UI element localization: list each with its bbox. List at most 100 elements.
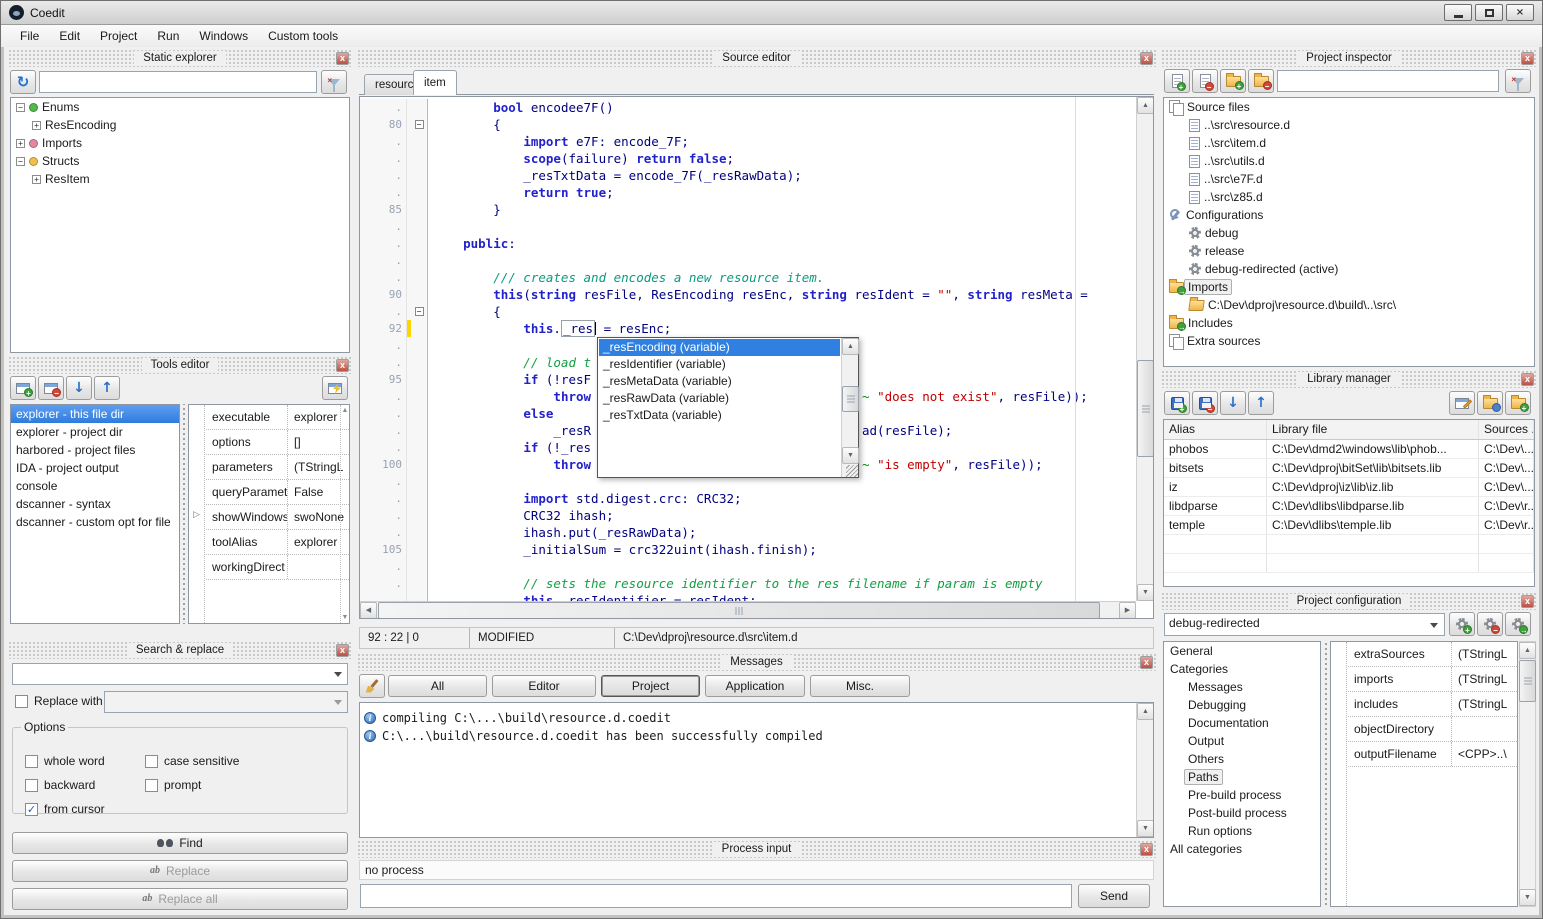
prompt-checkbox[interactable] [145, 779, 158, 792]
add-library-folder-button[interactable]: + [1505, 391, 1531, 415]
static-explorer-close-button[interactable]: x [336, 52, 349, 65]
config-splitter[interactable] [1323, 641, 1329, 907]
case-sensitive-checkbox[interactable] [145, 755, 158, 768]
add-tool-button[interactable]: + [10, 376, 36, 400]
editor-vscroll-thumb[interactable] [1137, 360, 1154, 457]
property-value[interactable]: (TStringL [1452, 697, 1517, 711]
config-category-item[interactable]: Messages [1164, 678, 1320, 696]
config-category-item[interactable]: Output [1164, 732, 1320, 750]
messages-close-button[interactable]: x [1140, 656, 1153, 669]
config-category-item[interactable]: Others [1164, 750, 1320, 768]
tree-expander-icon[interactable]: − [16, 157, 25, 166]
fold-collapse-icon[interactable]: − [415, 120, 424, 129]
filter-button-project[interactable]: Project [601, 675, 700, 697]
table-row[interactable]: phobosC:\Dev\dmd2\windows\lib\phob...C:\… [1164, 440, 1534, 459]
tools-list-item[interactable]: IDA - project output [11, 459, 179, 477]
property-row[interactable]: toolAliasexplorer [206, 530, 349, 555]
inspector-tree-item[interactable]: ..\src\resource.d [1164, 116, 1534, 134]
process-input-close-button[interactable]: x [1140, 843, 1153, 856]
inspector-filter-input[interactable] [1277, 70, 1499, 92]
add-folder-button[interactable]: + [1220, 69, 1246, 93]
config-category-item[interactable]: General [1164, 642, 1320, 660]
table-row[interactable]: libdparseC:\Dev\dlibs\libdparse.libC:\De… [1164, 497, 1534, 516]
menu-item-edit[interactable]: Edit [50, 27, 89, 45]
search-replace-header[interactable]: Search & replace x [8, 642, 352, 659]
property-row[interactable]: imports(TStringL [1348, 667, 1517, 692]
messages-header[interactable]: Messages x [357, 654, 1156, 671]
search-term-combo[interactable] [12, 663, 348, 685]
filter-button-all[interactable]: All [388, 675, 487, 697]
config-category-item[interactable]: Run options [1164, 822, 1320, 840]
tree-node[interactable]: −Structs [11, 152, 349, 170]
menu-item-windows[interactable]: Windows [190, 27, 257, 45]
scroll-down-icon[interactable]: ▼ [1137, 584, 1154, 601]
run-tool-button[interactable] [322, 376, 348, 400]
project-configuration-header[interactable]: Project configuration x [1161, 593, 1537, 610]
backward-checkbox[interactable] [25, 779, 38, 792]
inspector-tree-item[interactable]: release [1164, 242, 1534, 260]
minimize-button[interactable] [1444, 4, 1472, 21]
clear-messages-button[interactable] [359, 674, 385, 698]
symbol-filter-button[interactable]: × [321, 70, 347, 94]
property-expander[interactable]: ▷ [189, 405, 205, 623]
clone-config-button[interactable]: → [1505, 612, 1531, 636]
completion-scroll-thumb[interactable] [842, 386, 859, 412]
tools-editor-header[interactable]: Tools editor x [8, 357, 352, 374]
property-row[interactable]: parameters(TStringL [206, 455, 349, 480]
scroll-up-icon[interactable]: ▲ [1519, 642, 1536, 659]
inspector-tree-item[interactable]: Extra sources [1164, 332, 1534, 350]
replace-with-checkbox[interactable] [15, 695, 28, 708]
scroll-up-icon[interactable]: ▲ [1137, 703, 1154, 720]
library-table[interactable]: AliasLibrary fileSources ...phobosC:\Dev… [1163, 419, 1535, 587]
edit-library-button[interactable] [1449, 391, 1475, 415]
completion-item[interactable]: _resEncoding (variable) [599, 339, 840, 356]
library-manager-header[interactable]: Library manager x [1161, 371, 1537, 388]
tree-node[interactable]: +ResEncoding [11, 116, 349, 134]
tool-properties-grid[interactable]: ▷ executableexploreroptions[]parameters(… [188, 404, 350, 624]
messages-scrollbar[interactable]: ▲ ▼ [1136, 703, 1153, 837]
from-cursor-checkbox[interactable]: ✓ [25, 803, 38, 816]
property-value[interactable]: (TStringL [1452, 647, 1517, 661]
tree-expander-icon[interactable]: + [32, 121, 41, 130]
tree-expander-icon[interactable]: − [16, 103, 25, 112]
inspector-tree-item[interactable]: ..\src\utils.d [1164, 152, 1534, 170]
whole-word-checkbox[interactable] [25, 755, 38, 768]
config-category-item[interactable]: Debugging [1164, 696, 1320, 714]
property-row[interactable]: objectDirectory [1348, 717, 1517, 742]
completion-item[interactable]: _resRawData (variable) [599, 390, 840, 407]
property-row[interactable]: outputFilename<CPP>..\ [1348, 742, 1517, 767]
move-library-down-button[interactable]: ↓ [1220, 391, 1246, 415]
remove-file-button[interactable]: − [1192, 69, 1218, 93]
library-manager-close-button[interactable]: x [1521, 373, 1534, 386]
add-file-button[interactable]: + [1164, 69, 1190, 93]
config-category-item[interactable]: Pre-build process [1164, 786, 1320, 804]
send-button[interactable]: Send [1078, 884, 1150, 908]
scroll-right-icon[interactable]: ▶ [1119, 602, 1136, 619]
code-editor[interactable]: . bool encodee7F()80− {. import e7F: enc… [359, 96, 1154, 619]
inspector-tree[interactable]: Source files..\src\resource.d..\src\item… [1163, 97, 1535, 367]
tree-node[interactable]: +ResItem [11, 170, 349, 188]
tools-splitter[interactable] [181, 404, 187, 624]
add-library-button[interactable]: + [1164, 391, 1190, 415]
inspector-tree-item[interactable]: →Includes [1164, 314, 1534, 332]
source-editor-close-button[interactable]: x [1140, 52, 1153, 65]
scroll-down-icon[interactable]: ▼ [842, 447, 859, 464]
refresh-button[interactable]: ↻ [10, 70, 36, 94]
completion-scrollbar[interactable]: ▲ ▼ [841, 338, 858, 477]
completion-item[interactable]: _resIdentifier (variable) [599, 356, 840, 373]
inspector-tree-item[interactable]: Configurations [1164, 206, 1534, 224]
process-input-header[interactable]: Process input x [357, 841, 1156, 858]
open-library-folder-button[interactable] [1477, 391, 1503, 415]
column-header[interactable]: Alias [1164, 420, 1267, 439]
scroll-down-icon[interactable]: ▼ [1137, 820, 1154, 837]
property-row[interactable]: showWindowsswoNone [206, 505, 349, 530]
source-editor-header[interactable]: Source editor x [357, 50, 1156, 67]
tool-properties-scrollbar[interactable]: ▲▼ [340, 405, 349, 623]
table-row[interactable]: templeC:\Dev\dlibs\temple.libC:\Dev\r... [1164, 516, 1534, 535]
tree-node[interactable]: −Enums [11, 98, 349, 116]
move-tool-down-button[interactable]: ↓ [66, 376, 92, 400]
remove-folder-button[interactable]: − [1248, 69, 1274, 93]
symbol-tree[interactable]: −Enums+ResEncoding+Imports−Structs+ResIt… [10, 97, 350, 353]
filter-button-application[interactable]: Application [705, 675, 805, 697]
add-config-button[interactable]: + [1449, 612, 1475, 636]
